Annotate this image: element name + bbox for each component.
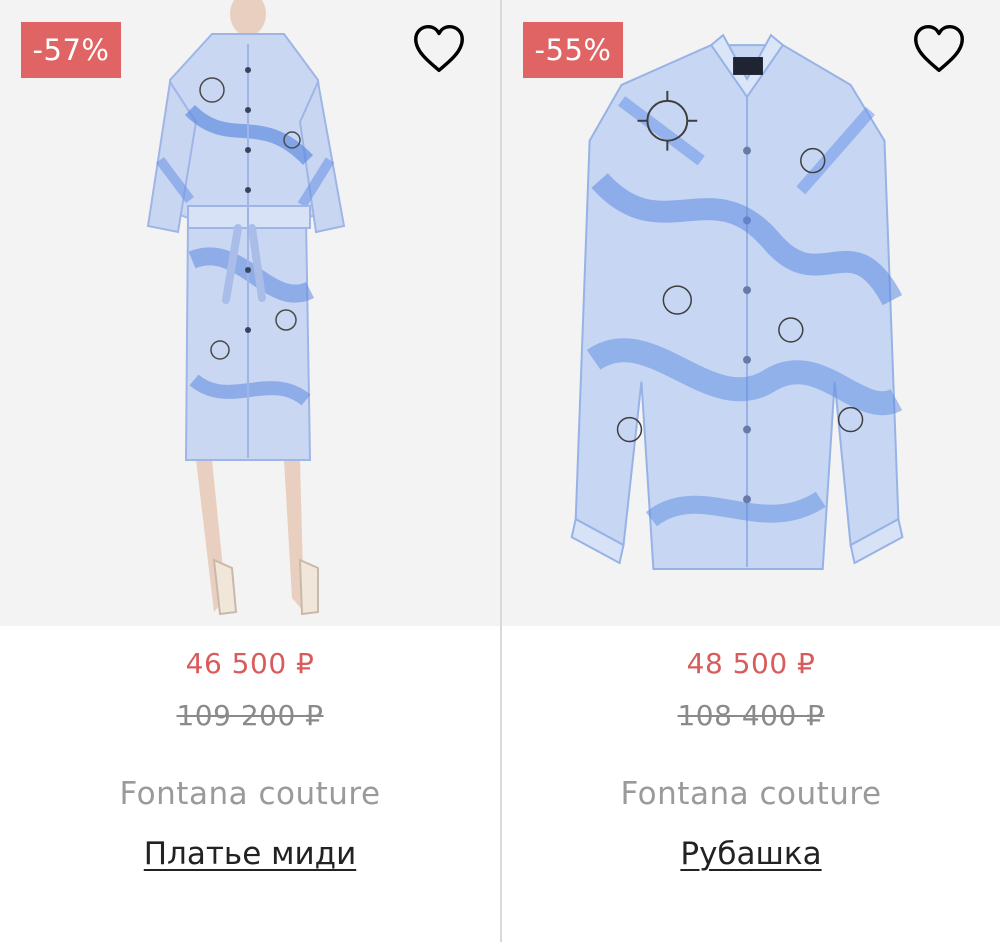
product-image-shirt[interactable]: [502, 0, 1000, 626]
product-title-link[interactable]: Платье миди: [144, 834, 357, 874]
sale-price: 46 500 ₽: [185, 647, 315, 680]
product-grid: -57% 46 500 ₽ 109 200 ₽ Fontana couture …: [0, 0, 1000, 942]
product-info: 46 500 ₽ 109 200 ₽ Fontana couture Плать…: [0, 646, 500, 874]
product-image-area[interactable]: -55%: [502, 0, 1000, 626]
favorite-button[interactable]: [908, 18, 970, 80]
discount-badge: -55%: [523, 22, 623, 78]
discount-badge: -57%: [21, 22, 121, 78]
product-info: 48 500 ₽ 108 400 ₽ Fontana couture Рубаш…: [502, 646, 1000, 874]
product-image-area[interactable]: -57%: [0, 0, 500, 626]
old-price: 109 200 ₽: [176, 699, 324, 732]
brand-name: Fontana couture: [620, 776, 882, 812]
heart-outline-icon[interactable]: [408, 18, 470, 80]
product-card[interactable]: -55% 48 500 ₽ 108 400 ₽ Fontana couture …: [500, 0, 1000, 942]
sale-price: 48 500 ₽: [686, 647, 816, 680]
product-image-dress[interactable]: [0, 0, 500, 626]
brand-name: Fontana couture: [119, 776, 381, 812]
product-title-link[interactable]: Рубашка: [680, 834, 821, 874]
heart-outline-icon[interactable]: [908, 18, 970, 80]
favorite-button[interactable]: [408, 18, 470, 80]
old-price: 108 400 ₽: [677, 699, 825, 732]
product-card[interactable]: -57% 46 500 ₽ 109 200 ₽ Fontana couture …: [0, 0, 500, 942]
